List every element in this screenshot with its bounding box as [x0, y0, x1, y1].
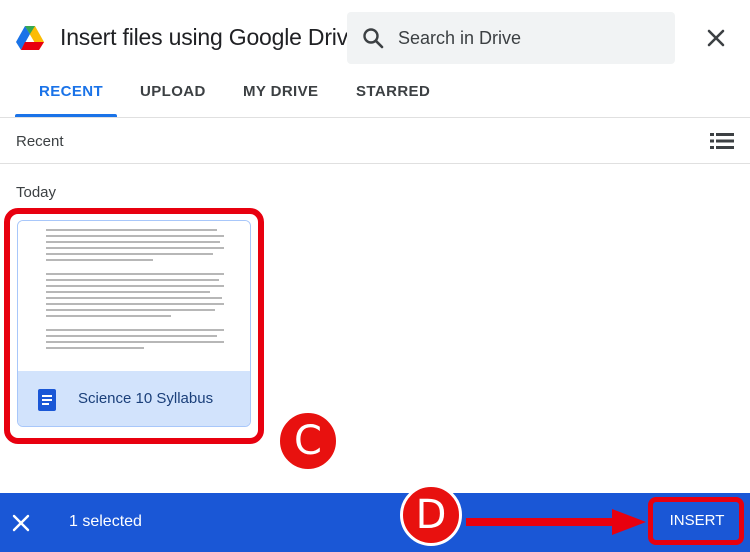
- tab-starred[interactable]: STARRED: [356, 83, 430, 100]
- tab-my-drive[interactable]: MY DRIVE: [243, 83, 318, 100]
- tab-upload[interactable]: UPLOAD: [140, 83, 206, 100]
- search-icon: [363, 28, 384, 49]
- list-view-icon[interactable]: [710, 130, 734, 152]
- search-placeholder: Search in Drive: [398, 28, 522, 48]
- tab-bar: RECENT UPLOAD MY DRIVE STARRED: [0, 75, 750, 117]
- tab-recent[interactable]: RECENT: [39, 83, 103, 100]
- selection-count: 1 selected: [69, 513, 142, 530]
- close-icon[interactable]: [700, 22, 732, 54]
- view-label: Recent: [16, 133, 64, 150]
- annotation-marker-d: D: [400, 484, 462, 546]
- deselect-close-icon[interactable]: [10, 512, 32, 534]
- section-heading: Today: [16, 184, 57, 201]
- search-input[interactable]: Search in Drive: [347, 12, 675, 64]
- view-bar: Recent: [0, 117, 750, 164]
- drive-logo-icon: [16, 26, 44, 50]
- insert-button[interactable]: INSERT: [656, 504, 738, 538]
- dialog-header: Insert files using Google Drive Search i…: [0, 0, 750, 75]
- dialog-title: Insert files using Google Drive: [60, 24, 361, 50]
- annotation-arrow: [466, 509, 646, 535]
- annotation-marker-c: C: [277, 410, 339, 472]
- annotation-highlight-c: [4, 208, 264, 444]
